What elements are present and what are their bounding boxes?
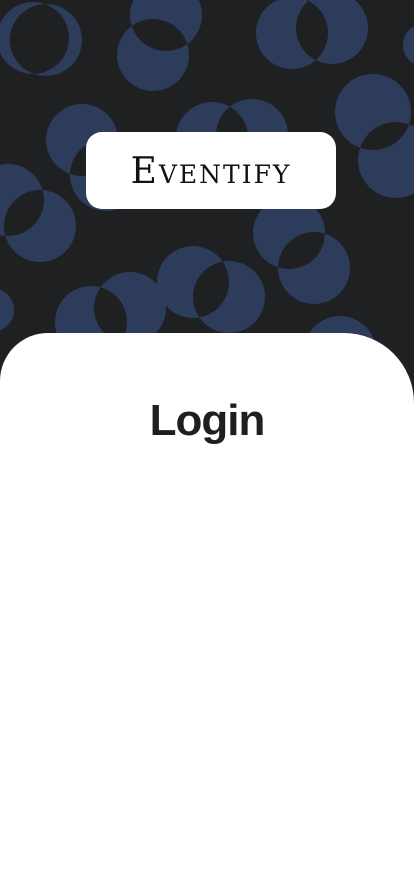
app-logo: Eventify (86, 132, 336, 209)
app-logo-text: Eventify (130, 150, 292, 192)
page-title: Login (149, 396, 266, 445)
hero-header: Eventify (0, 0, 414, 360)
